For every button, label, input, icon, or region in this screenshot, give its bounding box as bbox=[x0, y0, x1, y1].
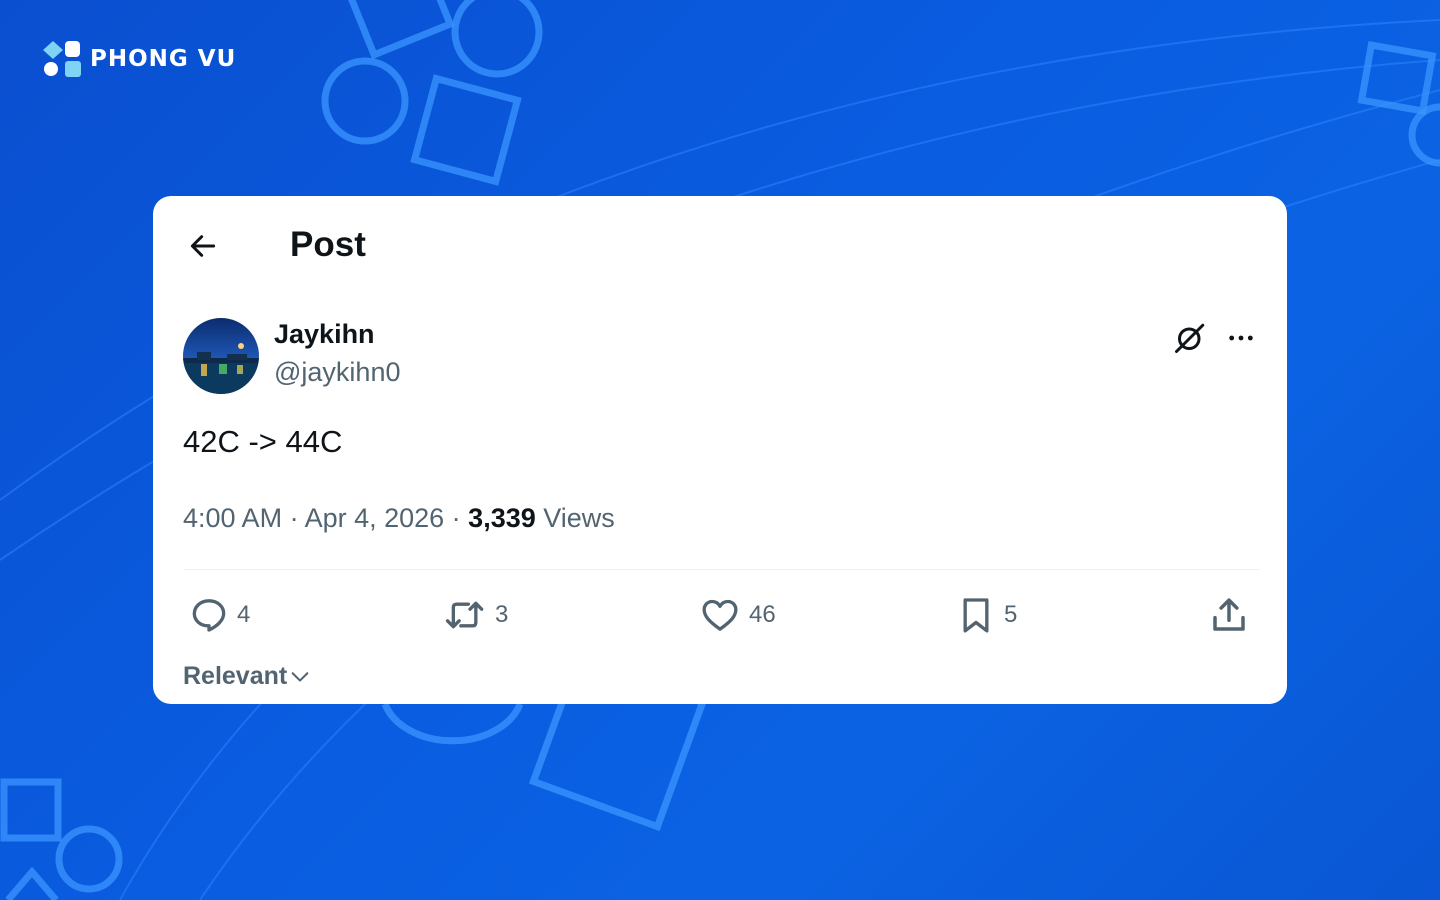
share-button[interactable] bbox=[1208, 594, 1250, 636]
repost-arrows-icon bbox=[445, 601, 484, 629]
grok-button[interactable] bbox=[1169, 317, 1211, 359]
sort-replies-dropdown[interactable]: Relevant bbox=[183, 660, 311, 692]
post-text: 42C -> 44C bbox=[183, 424, 343, 459]
back-button[interactable] bbox=[181, 224, 225, 268]
reply-count: 4 bbox=[237, 601, 251, 628]
like-count: 46 bbox=[749, 601, 776, 628]
post-timestamp[interactable]: 4:00 AM · Apr 4, 2026 · bbox=[183, 503, 468, 533]
speech-bubble-icon bbox=[192, 599, 226, 632]
bookmark-icon bbox=[963, 598, 989, 633]
views-count: 3,339 bbox=[468, 503, 536, 533]
phong-vu-logo-mark-icon bbox=[43, 41, 81, 77]
grok-icon bbox=[1175, 323, 1205, 353]
user-handle[interactable]: @jaykihn0 bbox=[274, 356, 400, 388]
bookmark-button[interactable]: 5 bbox=[956, 594, 1017, 636]
repost-count: 3 bbox=[495, 601, 509, 628]
page-title: Post bbox=[290, 225, 366, 264]
like-button[interactable]: 46 bbox=[699, 594, 776, 636]
bookmark-count: 5 bbox=[1004, 601, 1018, 628]
post-card: Post Jaykihn @jaykihn0 42C -> 44C 4:00 A… bbox=[153, 196, 1287, 704]
phong-vu-logo: PHONG VU bbox=[42, 40, 236, 78]
views-label: Views bbox=[535, 503, 615, 533]
post-meta: 4:00 AM · Apr 4, 2026 · 3,339 Views bbox=[183, 501, 615, 535]
share-upload-icon bbox=[1213, 598, 1245, 631]
ellipsis-icon bbox=[1229, 335, 1253, 341]
avatar[interactable] bbox=[183, 318, 259, 394]
arrow-left-icon bbox=[190, 235, 216, 257]
divider bbox=[183, 569, 1260, 570]
repost-button[interactable]: 3 bbox=[443, 594, 508, 636]
logo-text: PHONG VU bbox=[90, 45, 237, 72]
more-options-button[interactable] bbox=[1219, 317, 1263, 359]
avatar-image bbox=[183, 318, 259, 394]
heart-icon bbox=[702, 599, 738, 631]
sort-label: Relevant bbox=[183, 662, 288, 690]
chevron-down-icon bbox=[291, 672, 309, 682]
display-name[interactable]: Jaykihn bbox=[274, 318, 375, 350]
reply-button[interactable]: 4 bbox=[189, 594, 250, 636]
